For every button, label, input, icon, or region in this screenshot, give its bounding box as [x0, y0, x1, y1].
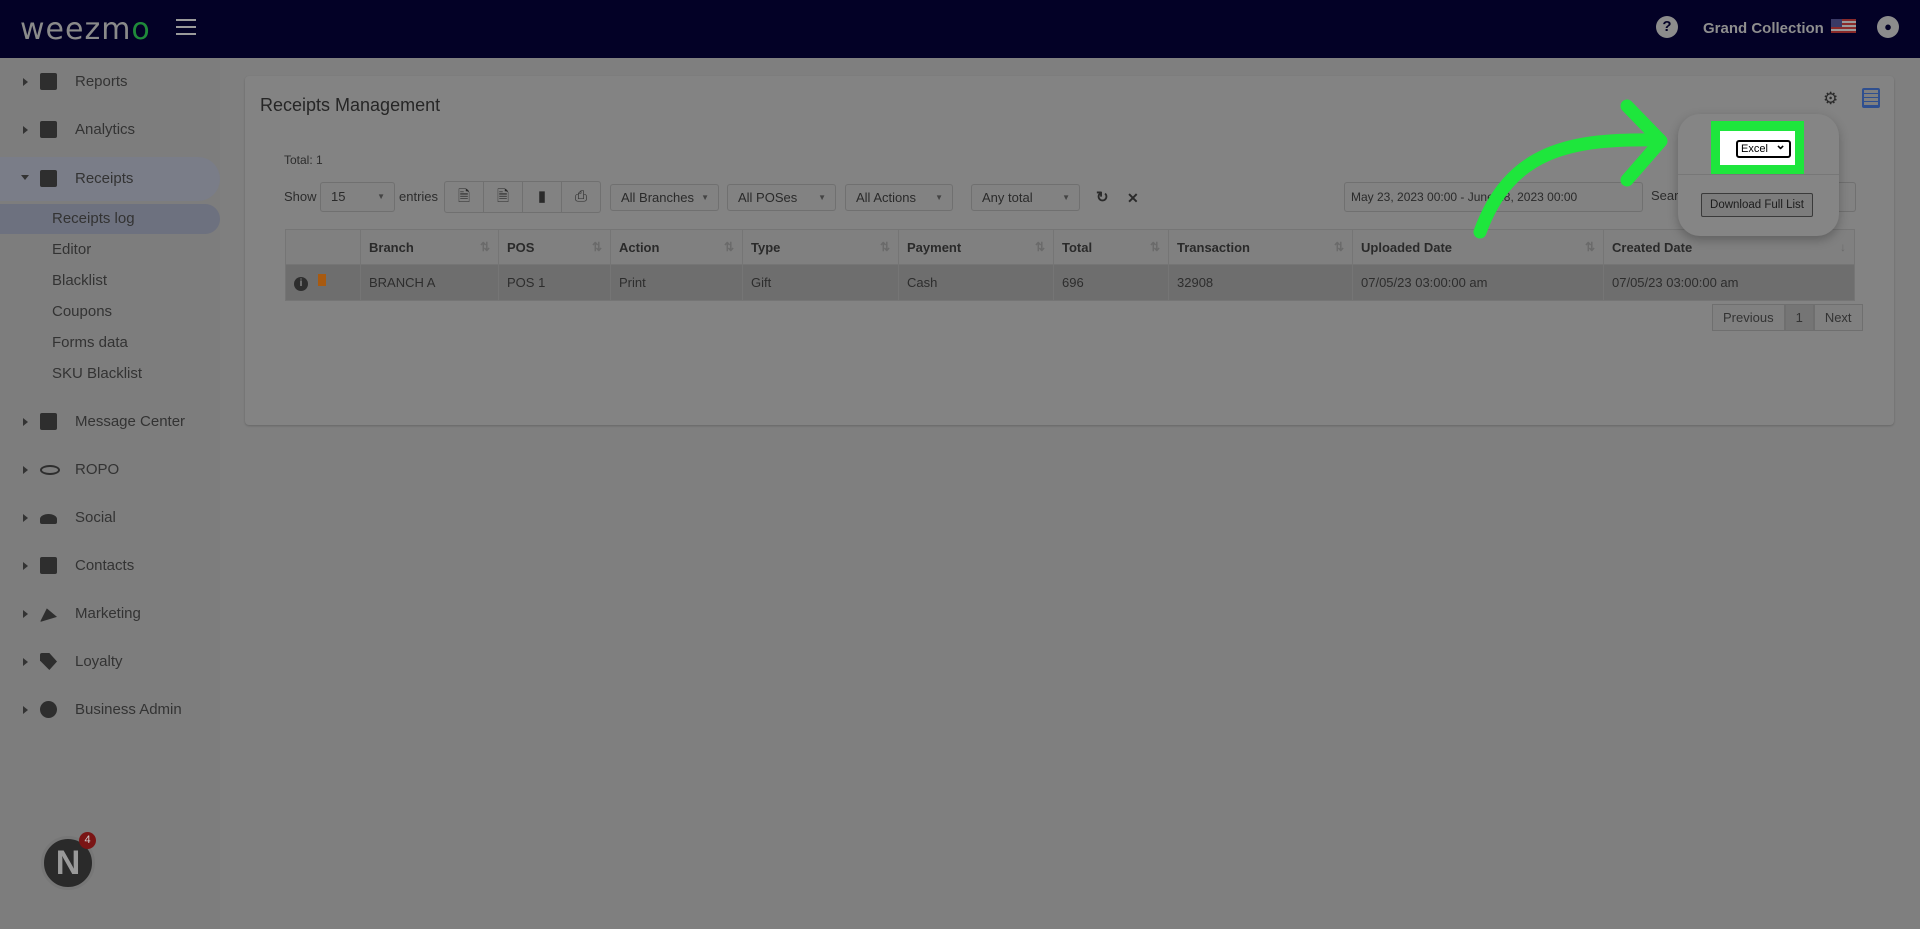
pointer-arrow-annotation: [1473, 99, 1668, 239]
arrow-shaft: [1473, 133, 1667, 239]
notification-badge: 4: [79, 832, 96, 849]
